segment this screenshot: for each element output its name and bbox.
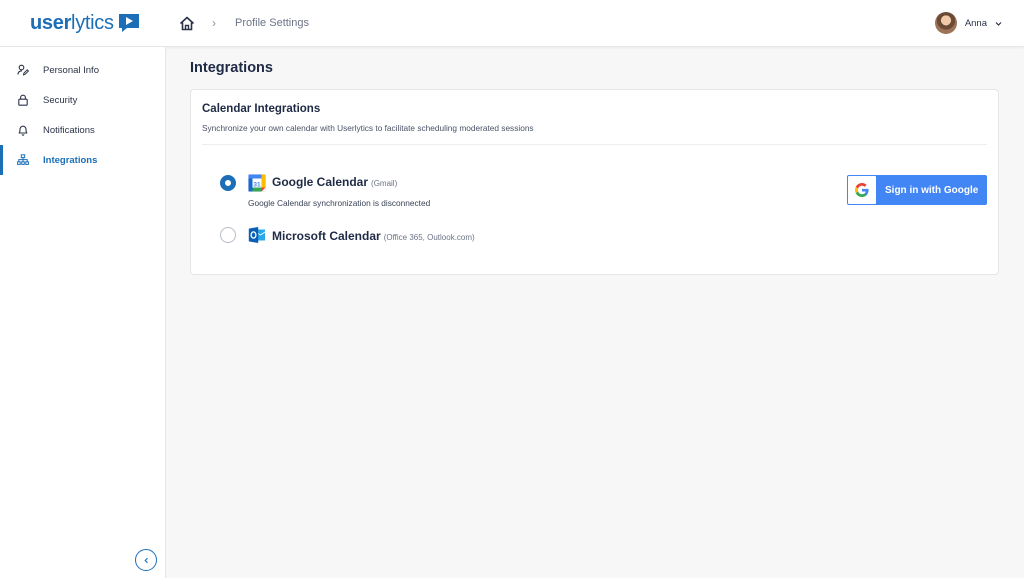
chevron-down-icon <box>995 21 1002 26</box>
card-subtitle: Synchronize your own calendar with Userl… <box>202 123 534 133</box>
google-calendar-hint: (Gmail) <box>371 179 398 188</box>
user-name: Anna <box>964 17 987 29</box>
google-logo-icon <box>855 183 869 197</box>
top-bar: userlytics › Profile Settings Anna <box>0 0 1024 47</box>
sign-in-with-google-button[interactable]: Sign in with Google <box>847 175 987 205</box>
calendar-integrations-card: Calendar Integrations Synchronize your o… <box>190 89 999 275</box>
google-calendar-option: Google Calendar (Gmail) <box>272 175 397 189</box>
page-title: Integrations <box>190 60 273 76</box>
microsoft-calendar-radio[interactable] <box>220 227 236 243</box>
svg-text:31: 31 <box>253 181 261 188</box>
sitemap-icon <box>17 154 29 165</box>
microsoft-calendar-option: Microsoft Calendar (Office 365, Outlook.c… <box>272 229 475 243</box>
google-calendar-radio[interactable] <box>220 175 236 191</box>
sidebar-item-label: Security <box>43 94 78 106</box>
sidebar-item-personal-info[interactable]: Personal Info <box>0 55 166 85</box>
logo-text-bold: user <box>30 12 72 34</box>
google-calendar-icon: 31 <box>248 174 266 192</box>
collapse-sidebar-button[interactable] <box>135 549 157 571</box>
microsoft-calendar-hint: (Office 365, Outlook.com) <box>383 233 475 242</box>
sign-in-with-google-label: Sign in with Google <box>885 184 979 196</box>
google-calendar-status: Google Calendar synchronization is disco… <box>248 198 431 208</box>
logo-text-light: lytics <box>71 12 114 34</box>
card-title: Calendar Integrations <box>202 103 321 115</box>
avatar <box>934 12 957 34</box>
sidebar-item-security[interactable]: Security <box>0 85 166 115</box>
chevron-left-icon <box>143 557 148 563</box>
divider <box>202 144 987 145</box>
sidebar-item-label: Integrations <box>43 154 98 166</box>
lock-icon <box>18 94 28 106</box>
sidebar-item-integrations[interactable]: Integrations <box>0 145 166 175</box>
outlook-icon <box>248 227 266 243</box>
sidebar: Personal Info Security Notifications Int… <box>0 47 166 578</box>
user-menu[interactable]: Anna <box>934 12 1002 34</box>
userlytics-logo[interactable]: userlytics <box>30 11 140 35</box>
breadcrumb-current: Profile Settings <box>235 17 309 29</box>
sidebar-item-label: Notifications <box>43 124 95 136</box>
microsoft-calendar-label: Microsoft Calendar <box>272 229 381 243</box>
home-icon[interactable] <box>179 16 195 31</box>
sidebar-item-notifications[interactable]: Notifications <box>0 115 166 145</box>
google-calendar-label: Google Calendar <box>272 175 369 189</box>
user-edit-icon <box>17 64 29 76</box>
chevron-right-icon: › <box>212 16 216 30</box>
bell-icon <box>18 125 28 136</box>
sidebar-item-label: Personal Info <box>43 64 99 76</box>
play-speech-icon <box>118 14 139 32</box>
